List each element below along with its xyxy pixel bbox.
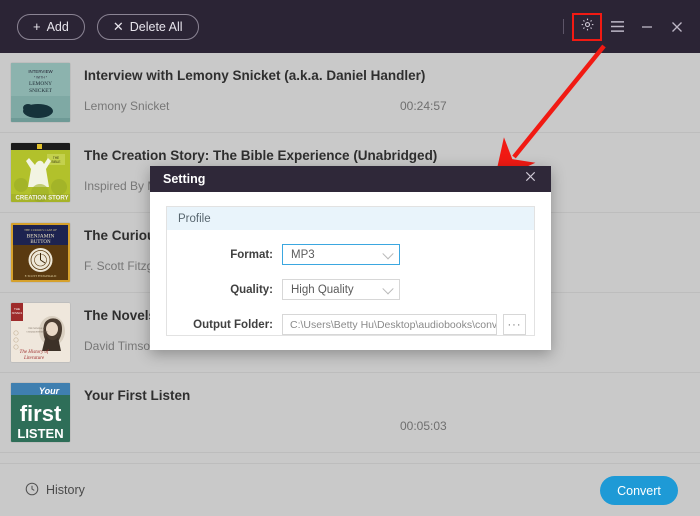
chevron-down-icon (382, 247, 394, 259)
footer-bar: History Convert (0, 463, 700, 516)
setting-dialog: Setting Profile Format: MP3 Quality: Hig… (150, 166, 551, 350)
profile-panel: Profile Format: MP3 Quality: High Qualit… (166, 206, 535, 336)
svg-text:LEMONY: LEMONY (29, 81, 52, 87)
list-item-title: Interview with Lemony Snicket (a.k.a. Da… (84, 68, 426, 83)
titlebar: + Add ✕ Delete All (0, 0, 700, 53)
list-item-duration: 00:24:57 (400, 99, 447, 113)
chevron-down-icon (382, 282, 394, 294)
clock-icon (25, 482, 39, 499)
svg-text:INTERVIEW: INTERVIEW (28, 69, 53, 74)
gear-icon (580, 17, 595, 37)
history-label: History (46, 483, 85, 497)
quality-row: Quality: High Quality (167, 279, 534, 300)
delete-all-button-label: Delete All (129, 19, 183, 34)
svg-text:THE: THE (14, 307, 20, 311)
your-first-listen-cover: Your first LISTEN (11, 383, 70, 442)
minimize-button[interactable] (634, 15, 660, 39)
svg-text:Literature: Literature (23, 356, 45, 361)
svg-text:The History of: The History of (20, 350, 50, 355)
svg-text:NOVELS: NOVELS (12, 311, 23, 315)
benjamin-button-cover: THE CURIOUS CASE OF BENJAMIN BUTTON F. S… (11, 223, 70, 282)
svg-text:BIBLE: BIBLE (51, 160, 60, 164)
output-folder-row: Output Folder: C:\Users\Betty Hu\Desktop… (167, 314, 534, 335)
quality-label: Quality: (230, 283, 273, 296)
svg-text:THE CURIOUS CASE OF: THE CURIOUS CASE OF (24, 228, 57, 232)
quality-value: High Quality (291, 283, 354, 296)
interview-with-lemony-snicket-cover: INTERVIEW * WITH * LEMONY SNICKET (11, 63, 70, 122)
list-item-author: David Timson (84, 339, 157, 353)
svg-text:BENJAMIN: BENJAMIN (27, 234, 55, 240)
the-creation-story-cover: THE BIBLE CREATION STORY (11, 143, 70, 202)
list-item[interactable]: INTERVIEW * WITH * LEMONY SNICKET Interv… (0, 53, 700, 133)
hamburger-menu-icon (610, 20, 625, 33)
dialog-close-button[interactable] (517, 166, 543, 192)
dialog-body: Profile Format: MP3 Quality: High Qualit… (150, 192, 551, 336)
menu-button[interactable] (604, 15, 630, 39)
minimize-icon (640, 21, 654, 33)
window-controls (563, 0, 690, 53)
svg-text:SNICKET: SNICKET (29, 88, 52, 94)
svg-text:F. SCOTT FITZGERALD: F. SCOTT FITZGERALD (25, 274, 57, 278)
browse-folder-button[interactable]: ··· (503, 314, 526, 335)
list-item-duration: 00:05:03 (400, 419, 447, 433)
app-window: + Add ✕ Delete All INTERVIEW * WITH * LE… (0, 0, 700, 516)
settings-button[interactable] (572, 12, 602, 41)
list-item-text: Interview with Lemony Snicket (a.k.a. Da… (84, 63, 700, 122)
history-button[interactable]: History (25, 482, 85, 499)
svg-text:first: first (20, 401, 62, 426)
list-item-title: Your First Listen (84, 388, 191, 403)
svg-text:Your: Your (39, 386, 60, 396)
format-select[interactable]: MP3 (282, 244, 400, 265)
novels-of-charles-dickens-cover: THE NOVELS THE NOVELS OF CHARLES DICKENS… (11, 303, 70, 362)
close-window-button[interactable] (664, 15, 690, 39)
svg-text:BUTTON: BUTTON (30, 240, 51, 245)
dialog-titlebar: Setting (150, 166, 551, 192)
profile-panel-title: Profile (167, 207, 534, 230)
list-item[interactable]: Your first LISTEN Your First Listen 00:0… (0, 373, 700, 453)
svg-text:THE NOVELS OF: THE NOVELS OF (28, 328, 46, 330)
plus-icon: + (33, 19, 41, 34)
list-item-author: Lemony Snicket (84, 99, 170, 113)
svg-text:CHARLES DICKENS: CHARLES DICKENS (27, 331, 49, 334)
list-item-title: The Creation Story: The Bible Experience… (84, 148, 438, 163)
list-item-text: Your First Listen 00:05:03 (84, 383, 700, 442)
dialog-title: Setting (163, 172, 206, 186)
add-button[interactable]: + Add (17, 13, 85, 40)
svg-text:CREATION STORY: CREATION STORY (16, 196, 69, 202)
output-folder-label: Output Folder: (193, 318, 273, 331)
add-button-label: Add (46, 19, 69, 34)
convert-button[interactable]: Convert (600, 476, 678, 505)
close-icon (524, 170, 537, 188)
svg-text:LISTEN: LISTEN (17, 426, 63, 441)
quality-select[interactable]: High Quality (282, 279, 400, 300)
titlebar-actions: + Add ✕ Delete All (0, 13, 199, 40)
close-x-icon: ✕ (112, 19, 124, 34)
output-folder-input[interactable]: C:\Users\Betty Hu\Desktop\audiobooks\con… (282, 314, 497, 335)
svg-text:* WITH *: * WITH * (34, 76, 48, 80)
toolbar-divider (563, 19, 564, 34)
format-value: MP3 (291, 248, 315, 261)
format-label: Format: (230, 248, 273, 261)
format-row: Format: MP3 (167, 244, 534, 265)
close-icon (670, 20, 684, 34)
delete-all-button[interactable]: ✕ Delete All (96, 13, 199, 40)
